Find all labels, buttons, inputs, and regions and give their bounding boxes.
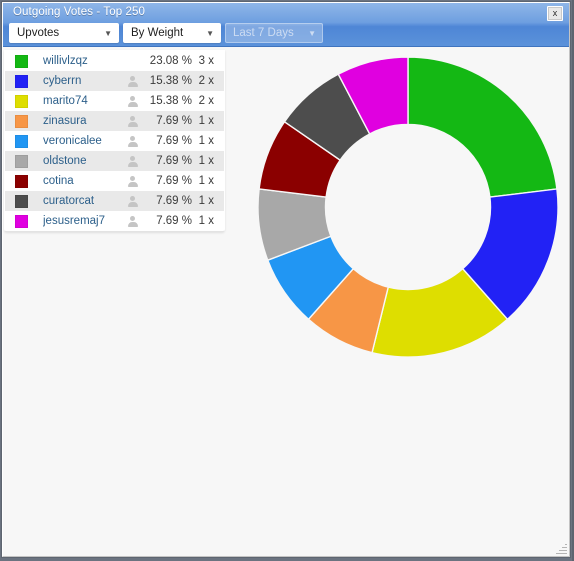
table-row[interactable]: oldstone 7.69 % 1 x — [5, 151, 224, 171]
outgoing-votes-window: Outgoing Votes - Top 250 x Upvotes ▼ By … — [2, 2, 570, 557]
resize-grip-icon[interactable] — [555, 543, 567, 555]
color-swatch — [15, 114, 28, 128]
vote-count: 1 x — [198, 155, 214, 167]
person-icon — [126, 195, 138, 207]
color-swatch — [15, 54, 28, 68]
sort-mode-select[interactable]: By Weight ▼ — [123, 23, 221, 43]
time-range-value: Last 7 Days — [233, 27, 294, 39]
vote-percent: 7.69 % — [156, 135, 192, 147]
voter-username[interactable]: marito74 — [43, 95, 126, 107]
vote-percent: 7.69 % — [156, 175, 192, 187]
vote-count: 1 x — [198, 175, 214, 187]
table-row[interactable]: cyberrn 15.38 % 2 x — [5, 71, 224, 91]
vote-percent: 7.69 % — [156, 155, 192, 167]
color-swatch — [15, 154, 28, 168]
vote-type-value: Upvotes — [17, 27, 60, 39]
chevron-down-icon: ▼ — [206, 29, 214, 38]
vote-count: 1 x — [198, 215, 214, 227]
vote-percent: 7.69 % — [156, 195, 192, 207]
sort-mode-value: By Weight — [131, 27, 184, 39]
vote-percent: 23.08 % — [149, 55, 192, 67]
vote-percent: 15.38 % — [149, 75, 192, 87]
donut-chart — [251, 51, 566, 371]
table-row[interactable]: curatorcat 7.69 % 1 x — [5, 191, 224, 211]
person-icon — [126, 215, 138, 227]
vote-type-select[interactable]: Upvotes ▼ — [9, 23, 119, 43]
person-icon — [126, 135, 138, 147]
table-row[interactable]: veronicalee 7.69 % 1 x — [5, 131, 224, 151]
vote-count: 3 x — [198, 55, 214, 67]
window-body: willivlzqz 23.08 % 3 x cyberrn 15.38 % 2 x mar… — [3, 47, 569, 556]
window-title: Outgoing Votes - Top 250 — [13, 6, 145, 18]
voter-username[interactable]: jesusremaj7 — [43, 215, 126, 227]
chevron-down-icon: ▼ — [104, 29, 112, 38]
close-icon[interactable]: x — [547, 6, 563, 21]
person-icon — [126, 115, 138, 127]
person-icon — [126, 155, 138, 167]
table-row[interactable]: zinasura 7.69 % 1 x — [5, 111, 224, 131]
screen: Outgoing Votes - Top 250 x Upvotes ▼ By … — [0, 0, 574, 561]
donut-slice[interactable] — [407, 56, 558, 198]
voter-username[interactable]: curatorcat — [43, 195, 126, 207]
chevron-down-icon: ▼ — [308, 29, 316, 38]
person-icon — [126, 95, 138, 107]
voters-legend-table: willivlzqz 23.08 % 3 x cyberrn 15.38 % 2 x mar… — [4, 50, 225, 232]
color-swatch — [15, 174, 28, 188]
vote-count: 1 x — [198, 135, 214, 147]
color-swatch — [15, 214, 28, 228]
color-swatch — [15, 74, 28, 88]
vote-percent: 7.69 % — [156, 215, 192, 227]
color-swatch — [15, 134, 28, 148]
voter-username[interactable]: oldstone — [43, 155, 126, 167]
vote-count: 1 x — [198, 115, 214, 127]
window-titlebar: Outgoing Votes - Top 250 x Upvotes ▼ By … — [3, 3, 569, 47]
table-row[interactable]: cotina 7.69 % 1 x — [5, 171, 224, 191]
table-row[interactable]: marito74 15.38 % 2 x — [5, 91, 224, 111]
person-icon — [126, 75, 138, 87]
vote-percent: 7.69 % — [156, 115, 192, 127]
vote-count: 2 x — [198, 75, 214, 87]
voter-username[interactable]: cotina — [43, 175, 126, 187]
time-range-select: Last 7 Days ▼ — [225, 23, 323, 43]
table-row[interactable]: jesusremaj7 7.69 % 1 x — [5, 211, 224, 231]
table-row[interactable]: willivlzqz 23.08 % 3 x — [5, 51, 224, 71]
person-icon — [126, 175, 138, 187]
voter-username[interactable]: veronicalee — [43, 135, 126, 147]
vote-percent: 15.38 % — [149, 95, 192, 107]
color-swatch — [15, 194, 28, 208]
voter-username[interactable]: cyberrn — [43, 75, 126, 87]
voter-username[interactable]: zinasura — [43, 115, 126, 127]
donut-chart-svg — [257, 56, 559, 358]
vote-count: 2 x — [198, 95, 214, 107]
filter-toolbar: Upvotes ▼ By Weight ▼ Last 7 Days ▼ — [9, 23, 323, 43]
color-swatch — [15, 94, 28, 108]
voter-username[interactable]: willivlzqz — [43, 55, 126, 67]
vote-count: 1 x — [198, 195, 214, 207]
person-icon — [126, 55, 138, 67]
